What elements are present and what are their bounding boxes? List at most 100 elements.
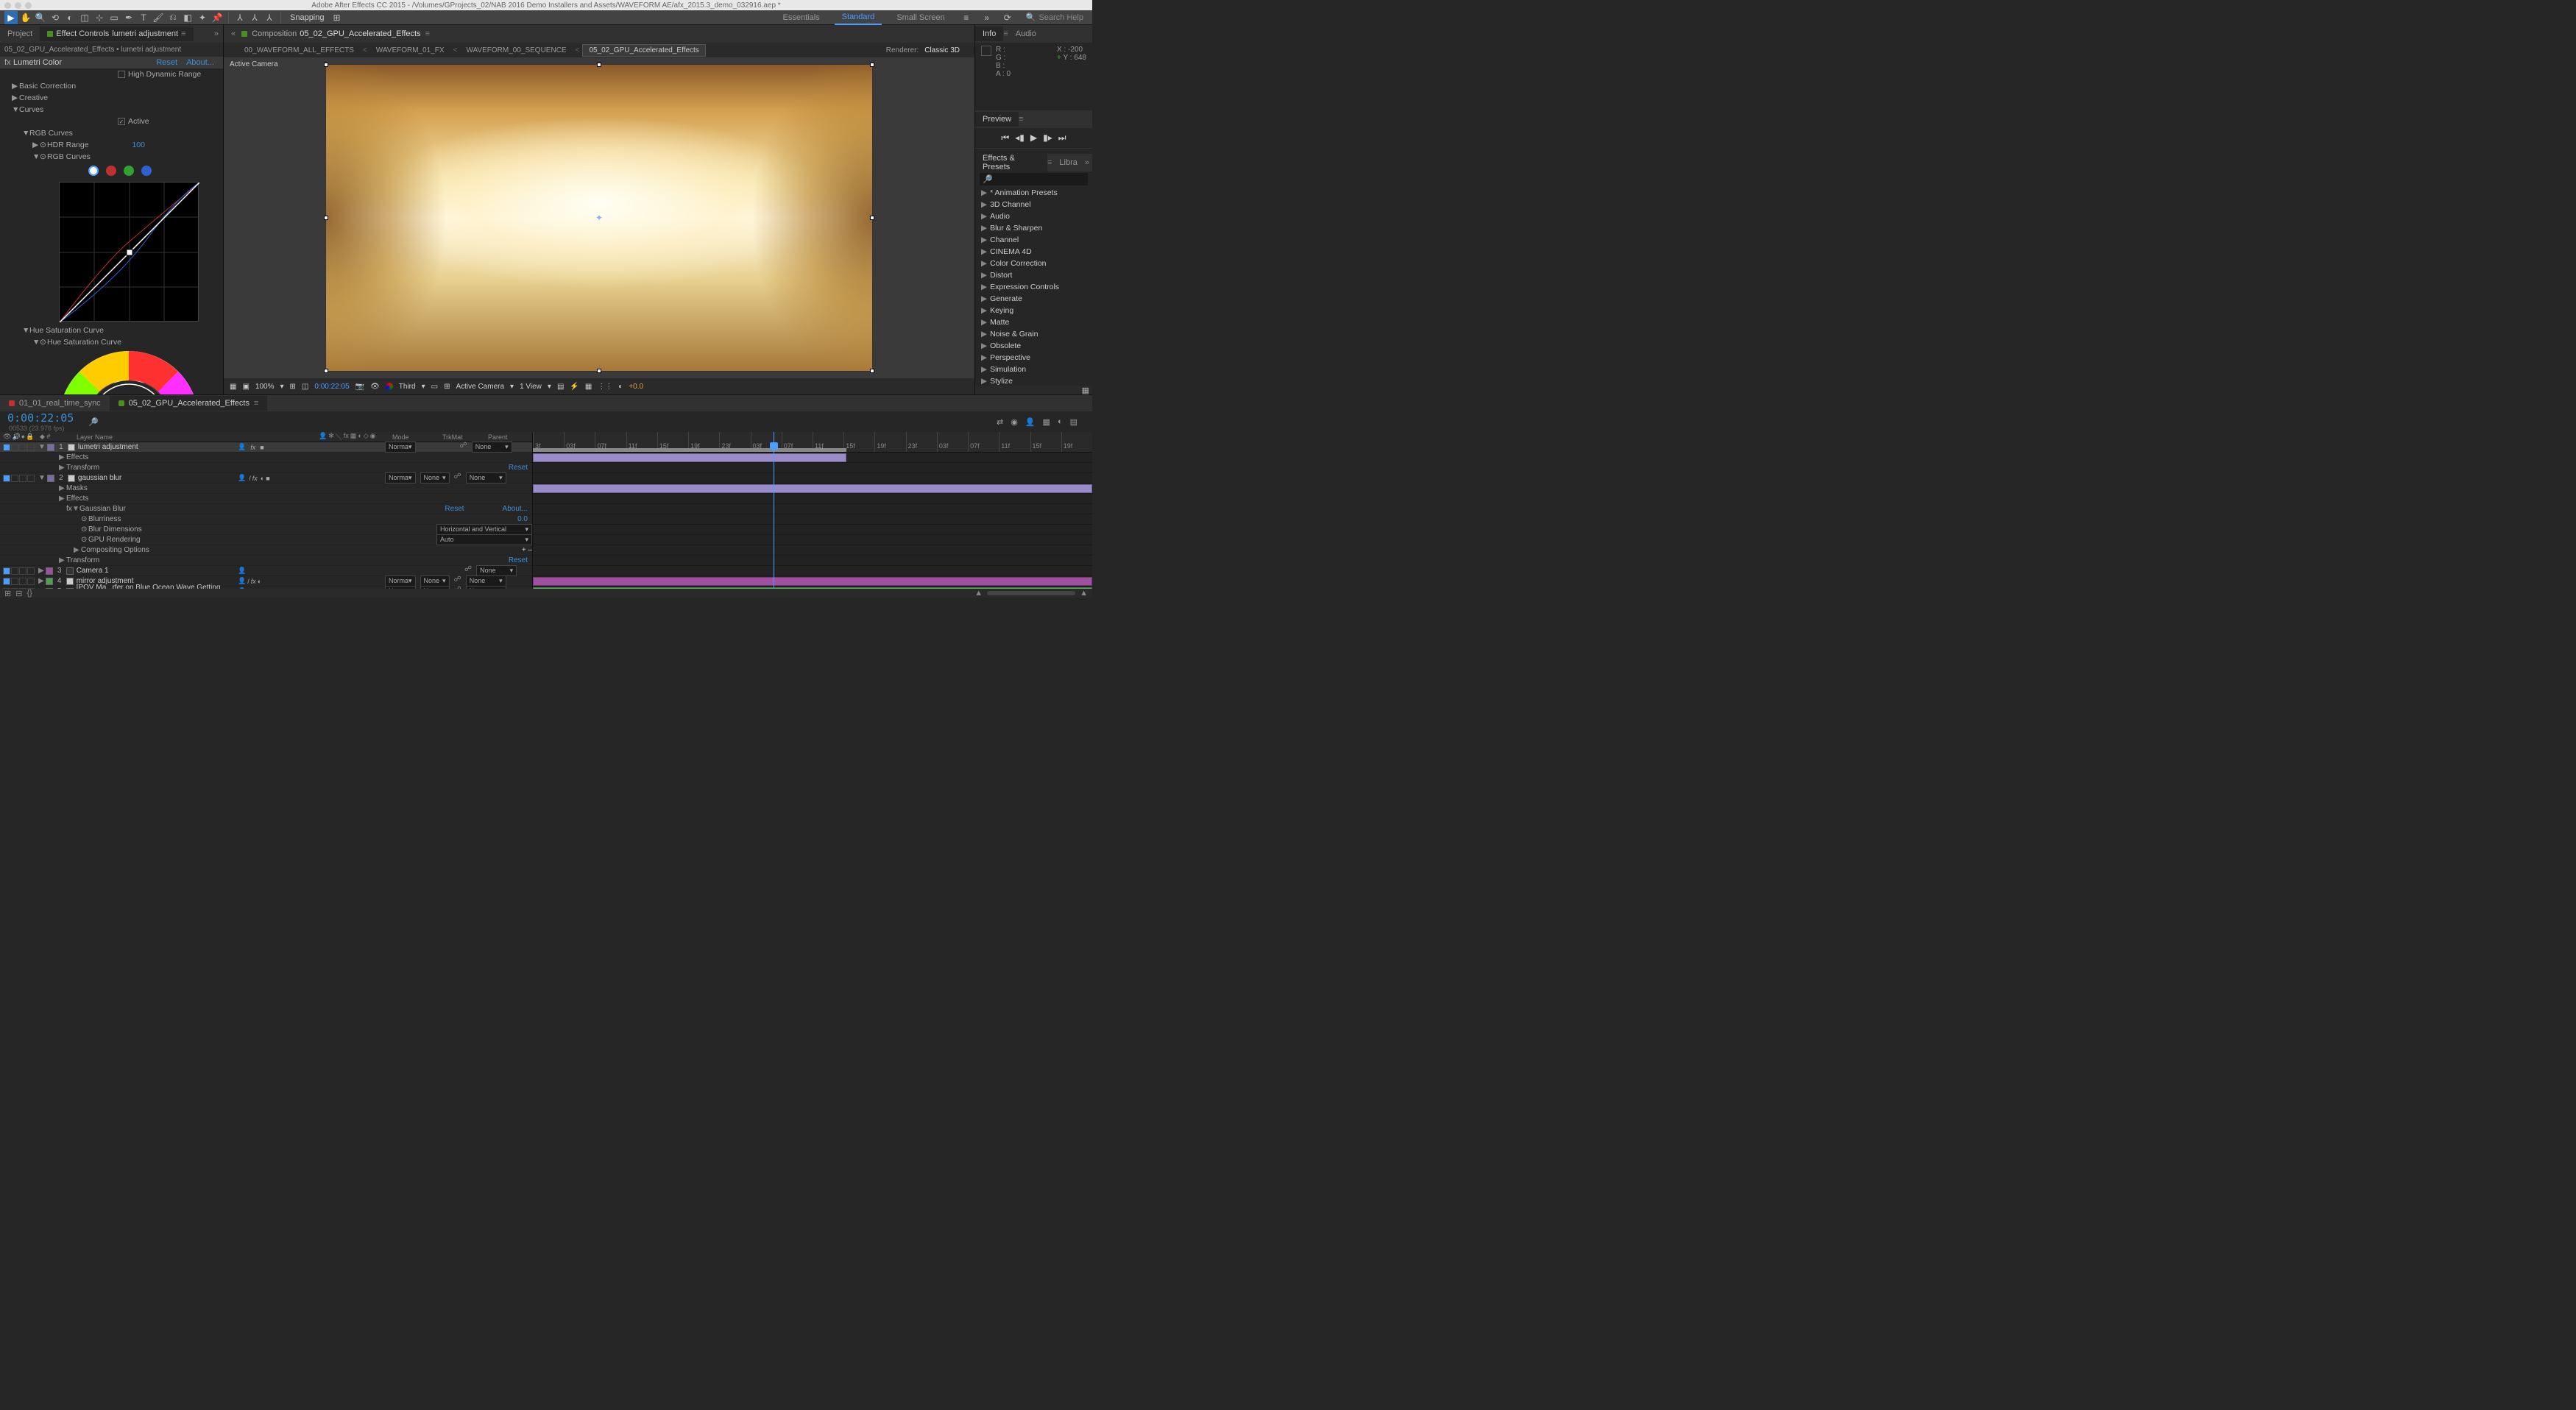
disclosure-icon[interactable]: ▼ bbox=[32, 152, 40, 161]
effect-property[interactable]: ⊙ Blur DimensionsHorizontal and Vertical… bbox=[0, 525, 532, 535]
parent-dropdown[interactable]: None ▾ bbox=[466, 575, 506, 587]
composition-viewer[interactable]: Active Camera ✦ bbox=[224, 57, 974, 378]
snapping-label[interactable]: Snapping bbox=[286, 13, 329, 22]
effect-property[interactable]: ⊙ GPU RenderingAuto ▾ bbox=[0, 535, 532, 545]
effects-category[interactable]: ▶ Stylize bbox=[975, 375, 1092, 386]
clone-tool-icon[interactable]: ⎌ bbox=[166, 11, 180, 24]
grid-icon[interactable]: ⊞ bbox=[444, 383, 450, 391]
transform-handle[interactable] bbox=[870, 63, 874, 67]
trkmat-dropdown[interactable]: None ▾ bbox=[420, 472, 450, 483]
effects-category[interactable]: ▶ Audio bbox=[975, 210, 1092, 222]
prev-frame-icon[interactable]: ◂▮ bbox=[1015, 132, 1025, 144]
show-snapshot-icon[interactable]: 👁 bbox=[370, 383, 380, 391]
layer-bar[interactable] bbox=[533, 577, 1092, 586]
disclosure-icon[interactable]: ▶ bbox=[12, 82, 19, 91]
ruler-tick[interactable]: 15f bbox=[843, 432, 874, 452]
local-axis-icon[interactable]: ⅄ bbox=[233, 11, 247, 24]
roto-tool-icon[interactable]: ✦ bbox=[196, 11, 209, 24]
effects-category[interactable]: ▶ Obsolete bbox=[975, 340, 1092, 352]
about-link[interactable]: About... bbox=[182, 58, 219, 67]
crumb-0[interactable]: 00_WAVEFORM_ALL_EFFECTS bbox=[238, 45, 360, 56]
hide-shy-icon[interactable]: 👤 bbox=[1025, 417, 1036, 427]
orbit-tool-icon[interactable]: ⟲ bbox=[49, 11, 62, 24]
toggle-modes-icon[interactable]: ⊟ bbox=[15, 589, 22, 598]
workspace-menu-icon[interactable]: ≡ bbox=[960, 11, 973, 24]
panel-chevron-icon[interactable]: » bbox=[214, 29, 223, 38]
ruler-tick[interactable]: 03f bbox=[937, 432, 968, 452]
col-trkmat[interactable]: TrkMat bbox=[436, 433, 473, 441]
next-frame-icon[interactable]: ▮▸ bbox=[1043, 132, 1052, 144]
pixel-aspect-icon[interactable]: ▤ bbox=[557, 383, 564, 391]
snapping-toggle-icon[interactable]: ⊞ bbox=[330, 11, 344, 24]
timeline-layer[interactable]: ▼2gaussian blur👤/fx◐■Norma ▾None ▾☍None … bbox=[0, 473, 532, 483]
renderer-value[interactable]: Classic 3D bbox=[921, 46, 960, 54]
shape-tool-icon[interactable]: ▭ bbox=[107, 11, 121, 24]
ruler-tick[interactable]: 23f bbox=[906, 432, 937, 452]
effects-category[interactable]: ▶ Simulation bbox=[975, 364, 1092, 375]
trkmat-dropdown[interactable]: None ▾ bbox=[420, 575, 450, 587]
exposure-value[interactable]: +0.0 bbox=[629, 383, 643, 391]
blend-mode-dropdown[interactable]: Norma ▾ bbox=[385, 575, 416, 587]
parent-dropdown[interactable]: None ▾ bbox=[472, 442, 512, 453]
effect-property[interactable]: ▶ Compositing Options+ – bbox=[0, 545, 532, 556]
work-area-bar[interactable] bbox=[533, 448, 846, 452]
effects-category[interactable]: ▶ Color Correction bbox=[975, 258, 1092, 269]
timeline-layer[interactable]: ▼1lumetri adjustment👤fx■Norma ▾☍None ▾ bbox=[0, 442, 532, 453]
zoom-tool-icon[interactable]: 🔍 bbox=[34, 11, 47, 24]
composition-tab-label[interactable]: Composition bbox=[252, 29, 297, 38]
timeline-tab-1[interactable]: 05_02_GPU_Accelerated_Effects ≡ bbox=[110, 396, 268, 411]
effects-category[interactable]: ▶ Keying bbox=[975, 305, 1092, 316]
effect-lumetri-header[interactable]: fx Lumetri Color Reset About... bbox=[0, 57, 223, 68]
composition-canvas[interactable]: ✦ bbox=[325, 64, 873, 372]
effects-category[interactable]: ▶ Noise & Grain bbox=[975, 328, 1092, 340]
resolution-dropdown[interactable]: Third bbox=[399, 383, 416, 391]
workspace-standard[interactable]: Standard bbox=[835, 10, 882, 25]
zoom-dropdown[interactable]: 100% bbox=[255, 383, 275, 391]
preview-tab[interactable]: Preview bbox=[975, 112, 1019, 127]
blend-mode-dropdown[interactable]: Norma ▾ bbox=[385, 472, 416, 483]
effect-breadcrumb[interactable]: 05_02_GPU_Accelerated_Effects • lumetri … bbox=[0, 43, 223, 57]
camera-tool-icon[interactable]: ◫ bbox=[78, 11, 91, 24]
effects-category[interactable]: ▶ * Animation Presets bbox=[975, 187, 1092, 199]
exposure-reset-icon[interactable]: ◐ bbox=[618, 383, 623, 391]
timeline-tab-0[interactable]: 01_01_real_time_sync bbox=[0, 396, 110, 411]
layer-property[interactable]: ▶ Effects bbox=[0, 453, 532, 463]
zoom-out-timeline-icon[interactable]: ▲ bbox=[974, 589, 983, 598]
channel-icon[interactable] bbox=[386, 383, 393, 390]
type-tool-icon[interactable]: T bbox=[137, 11, 150, 24]
workspace-small-screen[interactable]: Small Screen bbox=[889, 11, 952, 24]
snapshot-icon[interactable]: 📷 bbox=[355, 383, 364, 391]
layer-bar[interactable] bbox=[533, 587, 1092, 589]
frame-blend-icon[interactable]: ▦ bbox=[1043, 417, 1050, 427]
disclosure-icon[interactable]: ▶ bbox=[12, 93, 19, 102]
transform-handle[interactable] bbox=[324, 369, 328, 373]
effects-category[interactable]: ▶ CINEMA 4D bbox=[975, 246, 1092, 258]
camera-dropdown[interactable]: Active Camera bbox=[456, 383, 504, 391]
current-time[interactable]: 0:00:22:05 bbox=[314, 383, 349, 391]
timeline-search-icon[interactable]: 🔎 bbox=[88, 417, 99, 427]
blur-dim-dropdown[interactable]: Horizontal and Vertical ▾ bbox=[436, 524, 532, 535]
layer-bar[interactable] bbox=[533, 453, 846, 462]
world-axis-icon[interactable]: ⅄ bbox=[248, 11, 261, 24]
play-icon[interactable]: ▶ bbox=[1030, 132, 1037, 144]
effect-property[interactable]: ⊙ Blurriness0.0 bbox=[0, 514, 532, 525]
transform-handle[interactable] bbox=[597, 63, 601, 67]
resolution-icon[interactable]: ⊞ bbox=[290, 383, 296, 391]
gpu-dropdown[interactable]: Auto ▾ bbox=[436, 534, 532, 545]
panel-chevron-icon[interactable]: » bbox=[1085, 158, 1092, 167]
label-col-icon[interactable]: ◆ bbox=[40, 433, 45, 440]
zoom-in-timeline-icon[interactable]: ▲ bbox=[1080, 589, 1088, 598]
blend-mode-dropdown[interactable]: Norma ▾ bbox=[385, 442, 416, 453]
fast-preview-icon[interactable]: ⚡ bbox=[570, 383, 578, 391]
disclosure-icon[interactable]: ▼ bbox=[32, 338, 40, 347]
zoom-window-icon[interactable] bbox=[25, 2, 32, 9]
disclosure-icon[interactable]: ▼ bbox=[12, 105, 19, 114]
parent-dropdown[interactable]: None ▾ bbox=[466, 472, 506, 483]
panel-chevron-left-icon[interactable]: « bbox=[231, 29, 241, 38]
effect-controls-tab[interactable]: Effect Controls lumetri adjustment ≡ bbox=[40, 26, 193, 41]
draft-3d-icon[interactable]: ◉ bbox=[1011, 417, 1018, 427]
effects-presets-list[interactable]: ▶ * Animation Presets▶ 3D Channel▶ Audio… bbox=[975, 187, 1092, 386]
info-tab[interactable]: Info bbox=[975, 26, 1003, 41]
comp-flowchart-icon[interactable]: ⇄ bbox=[997, 417, 1003, 427]
new-bin-icon[interactable]: ▦ bbox=[1082, 386, 1089, 394]
